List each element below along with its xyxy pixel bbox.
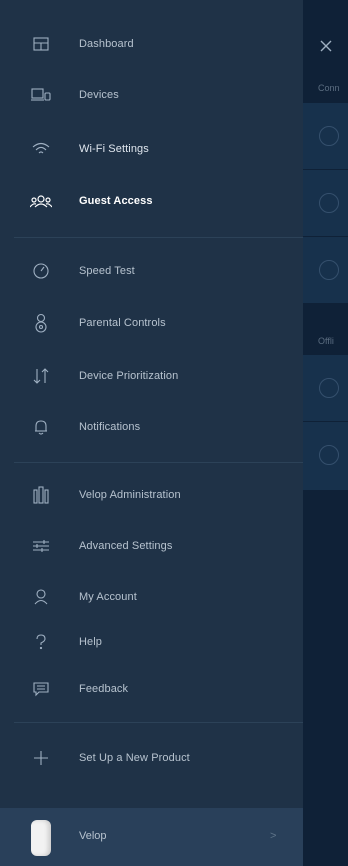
device-row[interactable] — [303, 237, 348, 304]
menu-item-feedback[interactable]: Feedback — [0, 673, 303, 705]
offline-section-label: Offli — [318, 336, 334, 346]
menu-item-velop-administration[interactable]: Velop Administration — [0, 479, 303, 511]
device-row[interactable] — [303, 422, 348, 491]
velop-node-footer[interactable]: Velop > — [0, 808, 303, 866]
connected-section-label: Conn — [318, 83, 340, 93]
velop-node-icon — [31, 820, 51, 856]
menu-item-label: Set Up a New Product — [79, 752, 190, 764]
bell-icon — [30, 415, 52, 439]
device-row[interactable] — [303, 103, 348, 170]
menu-item-parental-controls[interactable]: Parental Controls — [0, 307, 303, 339]
plus-icon — [30, 746, 52, 770]
menu-item-label: Devices — [79, 89, 119, 101]
menu-item-set-up-new-product[interactable]: Set Up a New Product — [0, 742, 303, 774]
radio-circle — [319, 260, 339, 280]
navigation-drawer: Dashboard Devices Wi-Fi Settings Guest A… — [0, 0, 303, 866]
menu-item-devices[interactable]: Devices — [0, 79, 303, 111]
device-row[interactable] — [303, 170, 348, 237]
divider — [14, 237, 303, 238]
menu-item-label: Guest Access — [79, 195, 153, 207]
speed-test-icon — [30, 259, 52, 283]
menu-item-dashboard[interactable]: Dashboard — [0, 28, 303, 60]
menu-item-label: Feedback — [79, 683, 129, 695]
menu-item-notifications[interactable]: Notifications — [0, 411, 303, 443]
menu-item-device-prioritization[interactable]: Device Prioritization — [0, 360, 303, 392]
menu-item-label: Notifications — [79, 421, 141, 433]
sliders-icon — [30, 534, 52, 558]
menu-item-speed-test[interactable]: Speed Test — [0, 255, 303, 287]
menu-item-label: Velop Administration — [79, 489, 181, 501]
menu-item-advanced-settings[interactable]: Advanced Settings — [0, 530, 303, 562]
feedback-icon — [30, 677, 52, 701]
radio-circle — [319, 445, 339, 465]
menu-item-label: Help — [79, 636, 103, 648]
wifi-icon — [30, 137, 52, 161]
prioritization-icon — [30, 364, 52, 388]
guest-access-icon — [30, 189, 52, 213]
radio-circle — [319, 378, 339, 398]
divider — [14, 462, 303, 463]
menu-item-help[interactable]: Help — [0, 626, 303, 658]
device-row[interactable] — [303, 355, 348, 422]
menu-item-guest-access[interactable]: Guest Access — [0, 185, 303, 217]
menu-item-my-account[interactable]: My Account — [0, 581, 303, 613]
menu-item-wifi-settings[interactable]: Wi-Fi Settings — [0, 133, 303, 165]
radio-circle — [319, 193, 339, 213]
menu-item-label: My Account — [79, 591, 137, 603]
menu-item-label: Device Prioritization — [79, 370, 179, 382]
dashboard-icon — [30, 32, 52, 56]
menu-item-label: Wi-Fi Settings — [79, 143, 149, 155]
divider — [14, 722, 303, 723]
menu-item-label: Parental Controls — [79, 317, 166, 329]
devices-icon — [30, 83, 52, 107]
close-icon[interactable] — [318, 38, 334, 54]
velop-admin-icon — [30, 483, 52, 507]
parental-controls-icon — [30, 311, 52, 335]
chevron-right-icon: > — [270, 830, 277, 842]
menu-item-label: Speed Test — [79, 265, 135, 277]
menu-item-label: Dashboard — [79, 38, 134, 50]
footer-label: Velop — [79, 830, 107, 842]
radio-circle — [319, 126, 339, 146]
user-icon — [30, 585, 52, 609]
help-icon — [30, 630, 52, 654]
menu-item-label: Advanced Settings — [79, 540, 173, 552]
